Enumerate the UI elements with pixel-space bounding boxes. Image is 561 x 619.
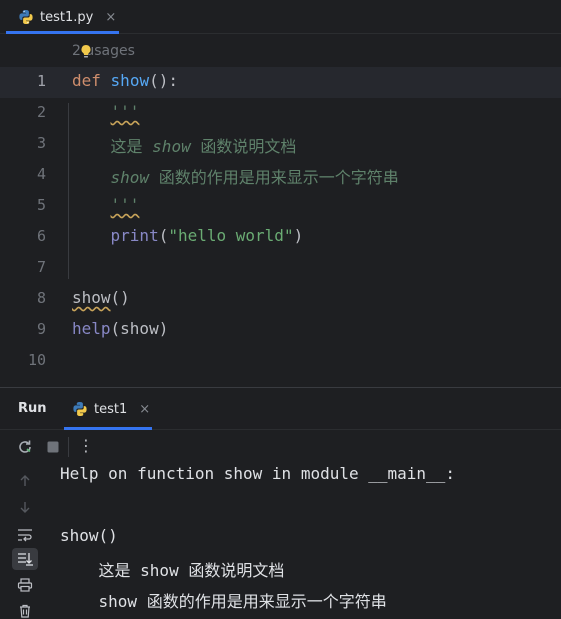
line-number: 4	[36, 165, 46, 183]
code-punctuation: ()	[110, 288, 130, 307]
line-number: 6	[36, 227, 46, 245]
console-line: show()	[60, 526, 118, 545]
editor-tab-bar: test1.py ×	[0, 0, 561, 34]
line-number: 3	[36, 134, 46, 152]
indent-guide	[68, 103, 69, 279]
close-icon[interactable]: ×	[139, 402, 150, 417]
line-number: 7	[36, 258, 46, 276]
docstring-text: 函数的作用是用来显示一个字符串	[149, 168, 399, 187]
run-panel-title: Run	[18, 401, 47, 416]
run-panel-header: Run test1 ×	[0, 388, 561, 430]
line-number: 5	[36, 196, 46, 214]
console-line: show 函数的作用是用来显示一个字符串	[60, 592, 387, 611]
builtin-help: help	[72, 319, 111, 338]
code-line-9: help(show)	[72, 319, 168, 338]
code-punctuation: (	[158, 226, 169, 245]
code-punctuation: (show)	[110, 319, 169, 338]
line-number: 9	[36, 320, 46, 338]
line-number: 2	[36, 103, 46, 121]
active-tab-indicator	[6, 31, 119, 34]
python-file-icon	[18, 9, 34, 25]
console-line: 这是 show 函数说明文档	[60, 561, 285, 580]
docstring-ref: show	[152, 137, 191, 156]
run-tool-window: Run test1 × ⋮ Help on function show in m…	[0, 387, 561, 619]
function-name: show	[110, 71, 150, 90]
docstring-ref: show	[110, 168, 150, 187]
scroll-up-icon[interactable]	[12, 470, 38, 492]
code-line-1: def show():	[72, 71, 178, 90]
code-line-2: '''	[72, 102, 140, 121]
builtin-print: print	[110, 226, 159, 245]
trash-icon[interactable]	[12, 600, 38, 619]
rerun-icon[interactable]	[17, 439, 33, 455]
code-punctuation: )	[293, 226, 304, 245]
run-toolbar: ⋮	[0, 431, 561, 463]
keyword-def: def	[72, 71, 101, 90]
stop-icon[interactable]	[45, 439, 61, 455]
line-number: 1	[36, 72, 46, 90]
scroll-to-end-icon[interactable]	[12, 548, 38, 570]
print-icon[interactable]	[12, 574, 38, 596]
run-tab-label: test1	[94, 401, 128, 417]
code-punctuation: ():	[149, 71, 178, 90]
line-number-gutter: 1 2 3 4 5 6 7 8 9 10	[0, 35, 60, 387]
editor-tab-label: test1.py	[40, 9, 94, 25]
string-literal: "hello world"	[168, 226, 294, 245]
line-number: 8	[36, 289, 46, 307]
function-call: show	[72, 288, 111, 307]
python-file-icon	[72, 401, 88, 417]
docstring-quote: '''	[110, 195, 140, 214]
console-output[interactable]: Help on function show in module __main__…	[60, 464, 455, 611]
more-options-icon[interactable]: ⋮	[78, 436, 94, 455]
lightbulb-icon[interactable]	[80, 44, 92, 60]
docstring-text: 这是	[110, 137, 153, 156]
editor-tab-test1[interactable]: test1.py ×	[10, 0, 126, 34]
run-tab-test1[interactable]: test1 ×	[66, 388, 156, 430]
code-line-3: 这是 show 函数说明文档	[72, 133, 297, 157]
line-number: 10	[27, 351, 46, 369]
code-editor[interactable]: 1 2 3 4 5 6 7 8 9 10 2 usages def show()…	[0, 35, 561, 387]
docstring-text: 函数说明文档	[190, 137, 297, 156]
close-icon[interactable]: ×	[105, 10, 116, 25]
code-line-6: print("hello world")	[72, 226, 304, 245]
code-line-5: '''	[72, 195, 140, 214]
toolbar-separator	[68, 437, 69, 457]
scroll-down-icon[interactable]	[12, 496, 38, 518]
soft-wrap-icon[interactable]	[12, 524, 38, 546]
code-line-4: show 函数的作用是用来显示一个字符串	[72, 164, 399, 188]
console-line: Help on function show in module __main__…	[60, 464, 455, 483]
code-line-8: show()	[72, 288, 130, 307]
docstring-quote: '''	[110, 102, 140, 121]
active-run-tab-indicator	[64, 427, 152, 430]
